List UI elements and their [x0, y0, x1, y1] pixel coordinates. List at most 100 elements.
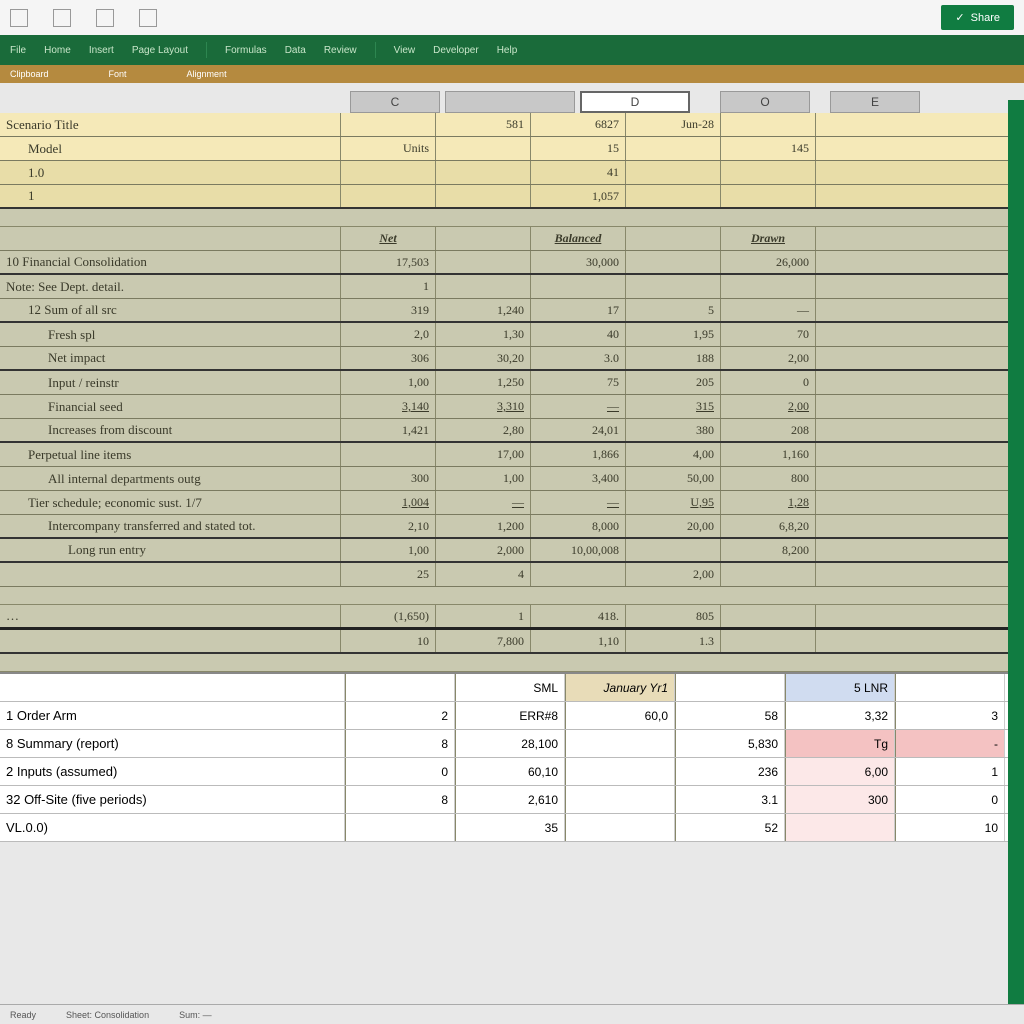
ribbon-tab-file[interactable]: File: [10, 45, 26, 56]
cell-value[interactable]: [625, 185, 720, 207]
cell-value[interactable]: 1,250: [435, 371, 530, 394]
cell-value[interactable]: [345, 674, 455, 701]
cell-value[interactable]: [625, 275, 720, 298]
column-header-E[interactable]: E: [830, 91, 920, 113]
cell-value[interactable]: 6,8,20: [720, 515, 815, 537]
cell-value[interactable]: 2,00: [720, 395, 815, 418]
cell-value[interactable]: 28,100: [455, 730, 565, 757]
cell-value[interactable]: 26,000: [720, 251, 815, 273]
row-label[interactable]: Intercompany transferred and stated tot.: [0, 515, 340, 537]
vertical-scrollbar[interactable]: [1008, 100, 1024, 1004]
cell-value[interactable]: January Yr1: [565, 674, 675, 701]
row-label[interactable]: All internal departments outg: [0, 467, 340, 490]
cell-value[interactable]: 2,0: [340, 323, 435, 346]
cell-value[interactable]: 75: [530, 371, 625, 394]
ribbon-tab-help[interactable]: Help: [497, 45, 518, 56]
row-label[interactable]: Scenario Title: [0, 113, 340, 136]
cell-value[interactable]: 1,866: [530, 443, 625, 466]
table-row[interactable]: All internal departments outg3001,003,40…: [0, 467, 1024, 491]
cell-value[interactable]: 5 LNR: [785, 674, 895, 701]
cell-value[interactable]: [815, 347, 910, 369]
cell-value[interactable]: [720, 113, 815, 136]
table-row[interactable]: 8 Summary (report)828,1005,830Tg-: [0, 730, 1024, 758]
cell-value[interactable]: [815, 395, 910, 418]
table-row[interactable]: 1 Order Arm2ERR#860,0583,323: [0, 702, 1024, 730]
row-label[interactable]: 12 Sum of all src: [0, 299, 340, 321]
cell-value[interactable]: [625, 227, 720, 250]
row-label[interactable]: [0, 674, 345, 701]
cell-value[interactable]: [720, 161, 815, 184]
cell-value[interactable]: 8,200: [720, 539, 815, 561]
cell-value[interactable]: 7,800: [435, 630, 530, 652]
cell-value[interactable]: 3.1: [675, 786, 785, 813]
cell-value[interactable]: 2,000: [435, 539, 530, 561]
cell-value[interactable]: Jun-28: [625, 113, 720, 136]
ribbon-tab-insert[interactable]: Insert: [89, 45, 114, 56]
cell-value[interactable]: Net: [340, 227, 435, 250]
table-row[interactable]: 2 Inputs (assumed)060,102366,001: [0, 758, 1024, 786]
cell-value[interactable]: 50,00: [625, 467, 720, 490]
cell-value[interactable]: U,95: [625, 491, 720, 514]
worksheet-upper[interactable]: Scenario Title5816827Jun-28ModelUnits151…: [0, 113, 1024, 672]
cell-value[interactable]: [815, 563, 910, 586]
table-row[interactable]: 12 Sum of all src3191,240175—: [0, 299, 1024, 323]
cell-value[interactable]: 1,30: [435, 323, 530, 346]
row-label[interactable]: Note: See Dept. detail.: [0, 275, 340, 298]
cell-value[interactable]: [565, 814, 675, 841]
cell-value[interactable]: 10: [340, 630, 435, 652]
cell-value[interactable]: -: [895, 730, 1005, 757]
cell-value[interactable]: 800: [720, 467, 815, 490]
row-label[interactable]: [0, 227, 340, 250]
cell-value[interactable]: [625, 251, 720, 273]
cell-value[interactable]: [530, 275, 625, 298]
cell-value[interactable]: [340, 443, 435, 466]
row-label[interactable]: Perpetual line items: [0, 443, 340, 466]
cell-value[interactable]: [815, 630, 910, 652]
cell-value[interactable]: [815, 491, 910, 514]
cell-value[interactable]: [565, 758, 675, 785]
cell-value[interactable]: —: [720, 299, 815, 321]
cell-value[interactable]: [785, 814, 895, 841]
cell-value[interactable]: [815, 185, 910, 207]
row-label[interactable]: 1.0: [0, 161, 340, 184]
cell-value[interactable]: 1,00: [435, 467, 530, 490]
cell-value[interactable]: SML: [455, 674, 565, 701]
table-row[interactable]: Increases from discount1,4212,8024,01380…: [0, 419, 1024, 443]
cell-value[interactable]: 380: [625, 419, 720, 441]
cell-value[interactable]: 188: [625, 347, 720, 369]
table-row[interactable]: VL.0.0)355210: [0, 814, 1024, 842]
cell-value[interactable]: 4,00: [625, 443, 720, 466]
cell-value[interactable]: [815, 467, 910, 490]
cell-value[interactable]: [720, 605, 815, 627]
table-row[interactable]: 10 Financial Consolidation17,50330,00026…: [0, 251, 1024, 275]
cell-value[interactable]: [625, 539, 720, 561]
table-row[interactable]: Intercompany transferred and stated tot.…: [0, 515, 1024, 539]
ribbon-tab-data[interactable]: Data: [285, 45, 306, 56]
cell-value[interactable]: 1,421: [340, 419, 435, 441]
table-row[interactable]: 107,8001,101.3: [0, 630, 1024, 654]
cell-value[interactable]: [815, 161, 910, 184]
table-row[interactable]: SMLJanuary Yr1 5 LNR: [0, 674, 1024, 702]
cell-value[interactable]: [815, 275, 910, 298]
qat-redo-icon[interactable]: [96, 9, 114, 27]
table-row[interactable]: Long run entry1,002,00010,00,0088,200: [0, 539, 1024, 563]
cell-value[interactable]: [815, 515, 910, 537]
ribbon-tab-review[interactable]: Review: [324, 45, 357, 56]
cell-value[interactable]: [435, 227, 530, 250]
row-label[interactable]: 1: [0, 185, 340, 207]
cell-value[interactable]: [565, 786, 675, 813]
row-label[interactable]: Increases from discount: [0, 419, 340, 441]
column-header-O[interactable]: O: [720, 91, 810, 113]
cell-value[interactable]: 1,200: [435, 515, 530, 537]
cell-value[interactable]: 30,000: [530, 251, 625, 273]
cell-value[interactable]: [345, 814, 455, 841]
cell-value[interactable]: 1: [895, 758, 1005, 785]
cell-value[interactable]: [815, 323, 910, 346]
cell-value[interactable]: 17,503: [340, 251, 435, 273]
cell-value[interactable]: [720, 275, 815, 298]
cell-value[interactable]: 2,10: [340, 515, 435, 537]
cell-value[interactable]: Units: [340, 137, 435, 160]
cell-value[interactable]: 24,01: [530, 419, 625, 441]
worksheet-lower[interactable]: SMLJanuary Yr1 5 LNR1 Order Arm2ERR#860,0…: [0, 672, 1024, 842]
cell-value[interactable]: [625, 161, 720, 184]
